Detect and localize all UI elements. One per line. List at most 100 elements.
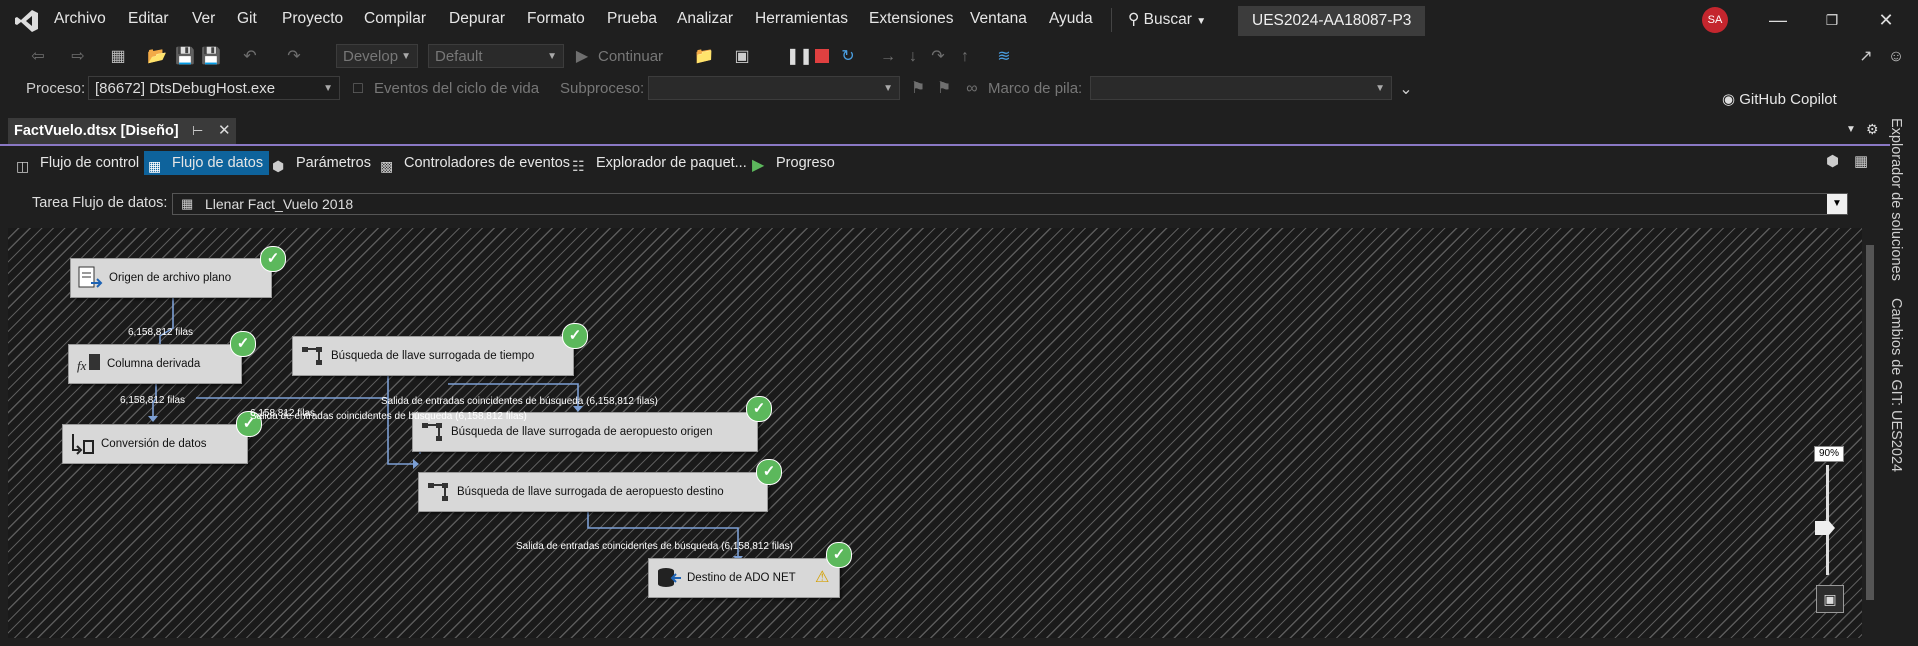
chevron-down-icon: ▼ [1196, 16, 1207, 27]
menu-ver[interactable]: Ver [192, 10, 215, 28]
scrollbar-thumb[interactable] [1866, 245, 1874, 600]
close-tab-icon[interactable]: ✕ [218, 118, 231, 144]
process-label: Proceso: [26, 80, 86, 97]
data-flow-canvas[interactable]: Origen de archivo plano ✓ fx Columna der… [8, 228, 1862, 638]
component-destino-ado-net[interactable]: Destino de ADO NET ⚠ [648, 558, 840, 598]
save-icon[interactable]: 💾 [175, 47, 195, 67]
restart-icon[interactable]: ↻ [838, 47, 858, 67]
menu-git[interactable]: Git [237, 10, 257, 28]
diagnostics-icon[interactable]: ≋ [994, 47, 1014, 67]
menu-editar[interactable]: Editar [128, 10, 169, 28]
tab-controladores-de-eventos[interactable]: ▩ Controladores de eventos [380, 151, 570, 175]
redo-icon[interactable]: ↷ [284, 47, 304, 67]
menu-formato[interactable]: Formato [527, 10, 585, 28]
menu-analizar[interactable]: Analizar [677, 10, 733, 28]
menu-prueba[interactable]: Prueba [607, 10, 657, 28]
warning-icon: ⚠ [815, 569, 830, 586]
pause-icon[interactable]: ❚❚ [786, 47, 813, 67]
tab-explorador-de-paquetes[interactable]: ☷ Explorador de paquet... [572, 151, 747, 175]
menu-proyecto[interactable]: Proyecto [282, 10, 343, 28]
document-tab[interactable]: FactVuelo.dtsx [Diseño] ⊢ ✕ [8, 118, 236, 144]
feedback-icon[interactable]: ☺ [1886, 47, 1906, 67]
stack-frame-combo[interactable]: ▼ [1090, 76, 1392, 100]
lookup-icon [422, 423, 442, 441]
back-icon[interactable]: ⇦ [28, 47, 48, 67]
share-icon[interactable]: ↗ [1856, 47, 1876, 67]
stack-frame-label: Marco de pila: [988, 80, 1083, 97]
tab-flujo-de-control[interactable]: ◫ Flujo de control [16, 151, 139, 175]
tab-parametros[interactable]: ⬢ Parámetros [272, 151, 371, 175]
close-window-icon[interactable]: ✕ [1874, 8, 1898, 32]
subprocess-label: Subproceso: [560, 80, 645, 97]
lookup-icon [302, 347, 322, 365]
avatar[interactable]: SA [1702, 7, 1728, 33]
forward-icon[interactable]: ⇨ [68, 47, 88, 67]
zoom-to-fit-button[interactable]: ▣ [1816, 585, 1844, 613]
menu-archivo[interactable]: Archivo [54, 10, 106, 28]
solution-explorer-tab[interactable]: Explorador de soluciones [1888, 118, 1904, 281]
step-out-icon[interactable]: ↑ [955, 47, 975, 67]
subprocess-combo[interactable]: ▼ [648, 76, 900, 100]
component-busqueda-aeropuerto-destino[interactable]: Búsqueda de llave surrogada de aeropuest… [418, 472, 768, 512]
search-label: Buscar [1143, 11, 1192, 28]
continue-label[interactable]: Continuar [598, 48, 663, 65]
menu-ayuda[interactable]: Ayuda [1049, 10, 1093, 28]
visual-studio-logo-icon[interactable] [14, 8, 40, 34]
platform-value: Default [435, 48, 483, 65]
open-folder-icon[interactable]: 📂 [147, 47, 167, 67]
progress-play-icon: ▶ [752, 157, 765, 175]
folder-icon[interactable]: 📁 [694, 47, 714, 67]
flag-icon[interactable]: ⚑ [908, 79, 928, 99]
restore-icon[interactable]: ❐ [1820, 8, 1844, 32]
configuration-combo[interactable]: Develop ▼ [336, 44, 418, 68]
lifecycle-events-icon[interactable]: □ [348, 79, 368, 99]
control-flow-icon: ◫ [16, 158, 30, 175]
git-changes-tab[interactable]: Cambios de GIT: UES2024 [1888, 298, 1904, 472]
menu-depurar[interactable]: Depurar [449, 10, 505, 28]
toolbox-icon[interactable]: ⬢ [1826, 152, 1839, 170]
tab-flujo-de-datos[interactable]: ▦ Flujo de datos [144, 151, 270, 175]
flow-match-output-label: Salida de entradas coincidentes de búsqu… [250, 411, 527, 422]
filter-icon[interactable]: ∞ [962, 79, 982, 99]
toolbar-overflow-icon[interactable]: ⌄ [1396, 80, 1416, 100]
flat-file-source-icon [78, 266, 103, 288]
component-columna-derivada[interactable]: fx Columna derivada [68, 344, 242, 384]
undo-icon[interactable]: ↶ [240, 47, 260, 67]
tab-list-dropdown-icon[interactable]: ▼ [1846, 124, 1856, 135]
zoom-slider-track[interactable] [1826, 465, 1829, 575]
menu-extensiones[interactable]: Extensiones [869, 10, 953, 28]
pin-icon[interactable]: ⊢ [192, 118, 203, 144]
process-combo[interactable]: [86672] DtsDebugHost.exe ▼ [88, 76, 340, 100]
component-conversion-de-datos[interactable]: Conversión de datos [62, 424, 248, 464]
menu-compilar[interactable]: Compilar [364, 10, 426, 28]
debug-location-bar: Proceso: [86672] DtsDebugHost.exe ▼ □ Eve… [0, 74, 1918, 102]
flag-threads-icon[interactable]: ⚑ [934, 79, 954, 99]
window-icon[interactable]: ▣ [732, 47, 752, 67]
flow-connectors [148, 298, 743, 562]
step-over-icon[interactable]: ↷ [928, 47, 948, 67]
tab-progreso[interactable]: ▶ Progreso [752, 151, 835, 175]
data-flow-task-combo[interactable]: ▦ Llenar Fact_Vuelo 2018 ▼ [172, 193, 1848, 215]
gear-icon[interactable]: ⚙ [1866, 121, 1879, 138]
step-icon[interactable]: → [878, 47, 898, 67]
parameters-icon: ⬢ [272, 158, 285, 175]
menu-herramientas[interactable]: Herramientas [755, 10, 848, 28]
play-icon[interactable]: ▶ [572, 47, 592, 67]
step-into-icon[interactable]: ↓ [903, 47, 923, 67]
component-busqueda-tiempo[interactable]: Búsqueda de llave surrogada de tiempo [292, 336, 574, 376]
platform-combo[interactable]: Default ▼ [428, 44, 564, 68]
component-label: Conversión de datos [101, 438, 207, 450]
search-box[interactable]: ⚲ Buscar ▼ [1128, 10, 1206, 29]
minimize-icon[interactable]: — [1766, 8, 1790, 32]
stop-icon[interactable] [815, 49, 829, 63]
lifecycle-events-label[interactable]: Eventos del ciclo de vida [374, 80, 539, 97]
save-all-icon[interactable]: 💾 [201, 47, 221, 67]
tab-label: Parámetros [296, 155, 371, 171]
success-check-icon: ✓ [260, 246, 286, 272]
variables-icon[interactable]: ▦ [1854, 152, 1868, 170]
data-conversion-icon [72, 434, 94, 455]
new-project-icon[interactable]: ▦ [108, 47, 128, 67]
solution-name-badge[interactable]: UES2024-AA18087-P3 [1238, 6, 1426, 36]
menu-ventana[interactable]: Ventana [970, 10, 1027, 28]
component-origen-archivo-plano[interactable]: Origen de archivo plano [70, 258, 272, 298]
